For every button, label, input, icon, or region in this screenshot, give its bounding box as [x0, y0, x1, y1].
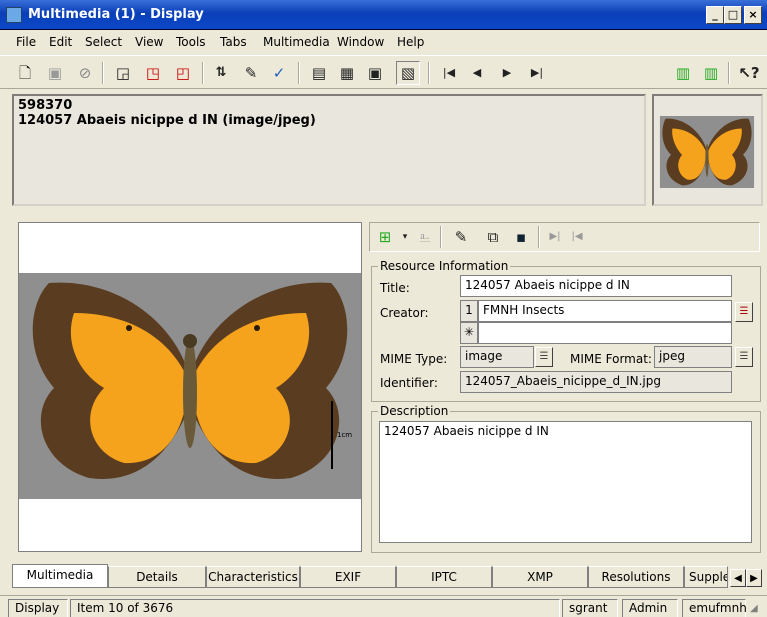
record-summary: 124057 Abaeis nicippe d IN (image/jpeg)	[18, 113, 316, 128]
list-view-icon[interactable]: ▦	[336, 62, 358, 84]
image-preview-panel[interactable]: 1cm	[18, 222, 362, 552]
status-group: Admin	[622, 599, 678, 617]
tab-scroll-left-icon[interactable]: ◀	[730, 569, 746, 587]
thumbnail-panel	[652, 94, 763, 206]
spellcheck-icon[interactable]: ✓	[268, 62, 290, 84]
display-mode-icon[interactable]: ◲	[112, 62, 134, 84]
title-field[interactable]: 124057 Abaeis nicippe d IN	[460, 275, 732, 297]
tab-exif[interactable]: EXIF	[300, 566, 396, 588]
scale-bar-label: 1cm	[337, 431, 353, 439]
add-resource-icon[interactable]: ⊞	[374, 226, 396, 248]
status-database: emufmnh	[682, 599, 747, 617]
detach-icon[interactable]: ▥	[700, 62, 722, 84]
menu-help[interactable]: Help	[397, 35, 424, 49]
title-label: Title:	[380, 281, 410, 295]
maximize-button[interactable]: □	[724, 6, 742, 24]
open-window-icon[interactable]: ⧉	[482, 226, 504, 248]
status-bar: Display Item 10 of 3676 sgrant Admin emu…	[0, 595, 767, 617]
tab-strip: Multimedia Details Characteristics EXIF …	[8, 564, 767, 588]
resize-grip-icon[interactable]: ◢	[750, 602, 764, 616]
record-summary-panel: 598370 124057 Abaeis nicippe d IN (image…	[12, 94, 646, 206]
menu-bar: File Edit Select View Tools Tabs Multime…	[0, 31, 767, 54]
dropdown-arrow-icon[interactable]: ▾	[394, 226, 416, 248]
new-record-icon[interactable]: 🗋	[14, 62, 36, 84]
tab-resolutions[interactable]: Resolutions	[588, 566, 684, 588]
mime-format-lookup-button[interactable]: ☰	[735, 347, 753, 367]
resource-information-title: Resource Information	[378, 259, 511, 273]
mime-type-label: MIME Type:	[380, 352, 448, 366]
tab-characteristics[interactable]: Characteristics	[206, 566, 300, 588]
attach-icon[interactable]: ▥	[672, 62, 694, 84]
play-icon[interactable]: ▶|	[544, 226, 566, 248]
menu-multimedia[interactable]: Multimedia	[263, 35, 330, 49]
close-button[interactable]: ×	[744, 6, 762, 24]
mime-type-lookup-button[interactable]: ☰	[535, 347, 553, 367]
multimedia-toolbar: ⊞ ▾ ⎁ ✎ ⧉ ▪ ▶| |◀	[369, 222, 760, 252]
creator-new-row-marker: ✳	[460, 322, 478, 344]
menu-tools[interactable]: Tools	[176, 35, 206, 49]
minimize-button[interactable]: _	[706, 6, 724, 24]
image-view-icon[interactable]: ▧	[396, 61, 420, 85]
description-field[interactable]: 124057 Abaeis nicippe d IN	[379, 421, 752, 543]
tab-multimedia[interactable]: Multimedia	[12, 564, 108, 588]
description-title: Description	[378, 404, 451, 418]
first-record-icon[interactable]: |◀	[438, 62, 460, 84]
tab-details[interactable]: Details	[108, 566, 206, 588]
mime-format-field[interactable]: jpeg	[654, 346, 732, 368]
creator-new-field[interactable]	[478, 322, 732, 344]
context-help-icon[interactable]: ↖?	[738, 62, 760, 84]
menu-file[interactable]: File	[16, 35, 36, 49]
thumbnail-image[interactable]	[656, 116, 758, 188]
main-toolbar: 🗋 ▣ ⊘ ◲ ◳ ◰ ⇅ ✎ ✓ ▤ ▦ ▣ ▧ |◀ ◀ ▶ ▶| ▥ ▥ …	[0, 55, 767, 89]
menu-tabs[interactable]: Tabs	[220, 35, 247, 49]
edit-list-icon[interactable]: ✎	[240, 62, 262, 84]
page-view-icon[interactable]: ▣	[364, 62, 386, 84]
app-icon[interactable]	[6, 7, 22, 23]
next-record-icon[interactable]: ▶	[496, 62, 518, 84]
tab-supplementary[interactable]: Supple	[684, 566, 728, 588]
previous-record-icon[interactable]: ◀	[466, 62, 488, 84]
tab-xmp[interactable]: XMP	[492, 566, 588, 588]
creator-row-index: 1	[460, 300, 478, 322]
details-view-icon[interactable]: ▤	[308, 62, 330, 84]
tab-iptc[interactable]: IPTC	[396, 566, 492, 588]
mime-format-label: MIME Format:	[570, 352, 652, 366]
menu-select[interactable]: Select	[85, 35, 122, 49]
status-user: sgrant	[562, 599, 618, 617]
creator-label: Creator:	[380, 306, 429, 320]
title-bar[interactable]: Multimedia (1) - Display _ □ ×	[0, 0, 767, 30]
cancel-icon[interactable]: ⊘	[74, 62, 96, 84]
rewind-icon[interactable]: |◀	[566, 226, 588, 248]
identifier-field: 124057_Abaeis_nicippe_d_IN.jpg	[460, 371, 732, 393]
identifier-label: Identifier:	[380, 376, 438, 390]
menu-window[interactable]: Window	[337, 35, 384, 49]
butterfly-image	[19, 273, 361, 499]
sort-icon[interactable]: ⇅	[210, 62, 232, 84]
record-irn: 598370	[18, 98, 73, 113]
search-mode-icon[interactable]: ◳	[142, 62, 164, 84]
last-record-icon[interactable]: ▶|	[526, 62, 548, 84]
insert-mode-icon[interactable]: ◰	[172, 62, 194, 84]
mime-type-field[interactable]: image	[460, 346, 534, 368]
status-item-count: Item 10 of 3676	[70, 599, 560, 617]
creator-field[interactable]: FMNH Insects	[478, 300, 732, 322]
status-mode: Display	[8, 599, 68, 617]
scanner-icon[interactable]: ⎁	[414, 226, 436, 248]
save-icon[interactable]: ▣	[44, 62, 66, 84]
menu-edit[interactable]: Edit	[49, 35, 72, 49]
window-title: Multimedia (1) - Display	[28, 7, 204, 22]
edit-image-icon[interactable]: ✎	[450, 226, 472, 248]
save-file-icon[interactable]: ▪	[510, 226, 532, 248]
menu-view[interactable]: View	[135, 35, 163, 49]
creator-lookup-button[interactable]: ☰	[735, 302, 753, 322]
tab-scroll-right-icon[interactable]: ▶	[746, 569, 762, 587]
